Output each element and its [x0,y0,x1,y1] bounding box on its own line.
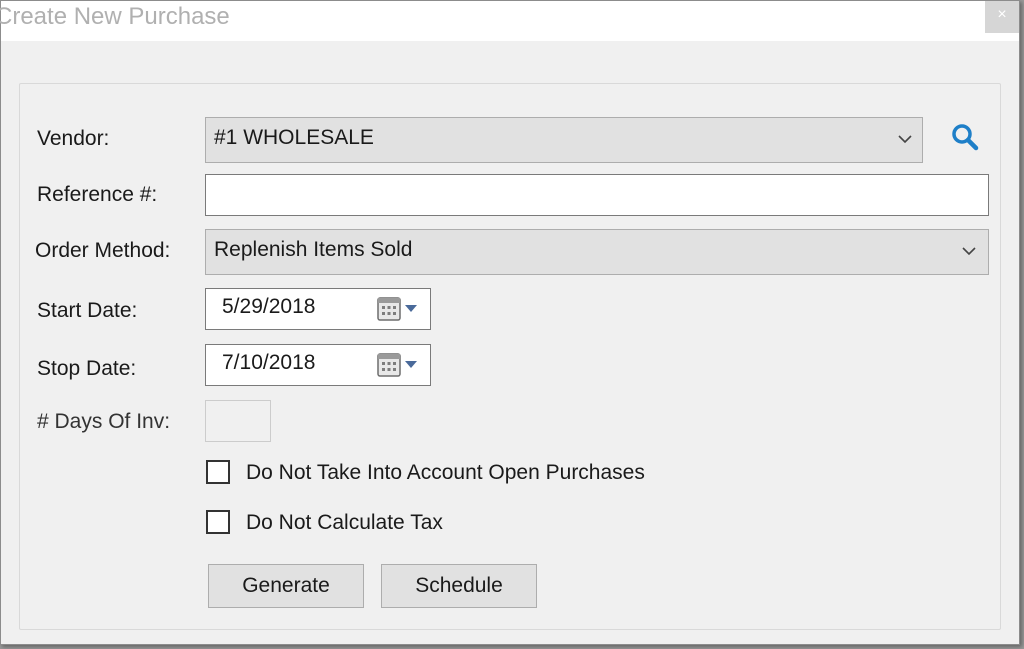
start-date-label: Start Date: [37,299,138,322]
close-icon: × [997,6,1007,23]
order-method-dropdown[interactable]: Replenish Items Sold [205,229,989,275]
purchase-options-group [19,83,1001,630]
vendor-label: Vendor: [37,127,110,150]
calculate-tax-label[interactable]: Do Not Calculate Tax [246,511,443,535]
order-method-label: Order Method: [35,239,171,262]
stop-date-label: Stop Date: [37,357,137,380]
calendar-dropdown-icon[interactable] [376,351,424,379]
stop-date-picker[interactable]: 7/10/2018 [205,344,431,386]
open-purchases-checkbox[interactable] [206,460,230,484]
chevron-down-icon [898,135,912,144]
reference-input[interactable] [205,174,989,216]
start-date-value: 5/29/2018 [222,295,316,318]
create-purchase-dialog: Create New Purchase × Vendor: #1 WHOLESA… [0,0,1020,645]
days-of-inv-input[interactable] [205,400,271,442]
search-icon[interactable] [949,121,981,153]
stop-date-value: 7/10/2018 [222,351,316,374]
calendar-dropdown-icon[interactable] [376,295,424,323]
vendor-value: #1 WHOLESALE [214,126,374,149]
generate-button[interactable]: Generate [208,564,364,608]
calculate-tax-checkbox[interactable] [206,510,230,534]
order-method-value: Replenish Items Sold [214,238,413,261]
reference-label: Reference #: [37,183,158,206]
vendor-dropdown[interactable]: #1 WHOLESALE [205,117,923,163]
chevron-down-icon [962,247,976,256]
open-purchases-label[interactable]: Do Not Take Into Account Open Purchases [246,461,645,485]
window-title: Create New Purchase [0,3,230,30]
close-button[interactable]: × [985,1,1019,33]
schedule-button[interactable]: Schedule [381,564,537,608]
days-of-inv-label: # Days Of Inv: [37,410,171,433]
title-bar[interactable]: Create New Purchase × [0,1,1019,41]
start-date-picker[interactable]: 5/29/2018 [205,288,431,330]
